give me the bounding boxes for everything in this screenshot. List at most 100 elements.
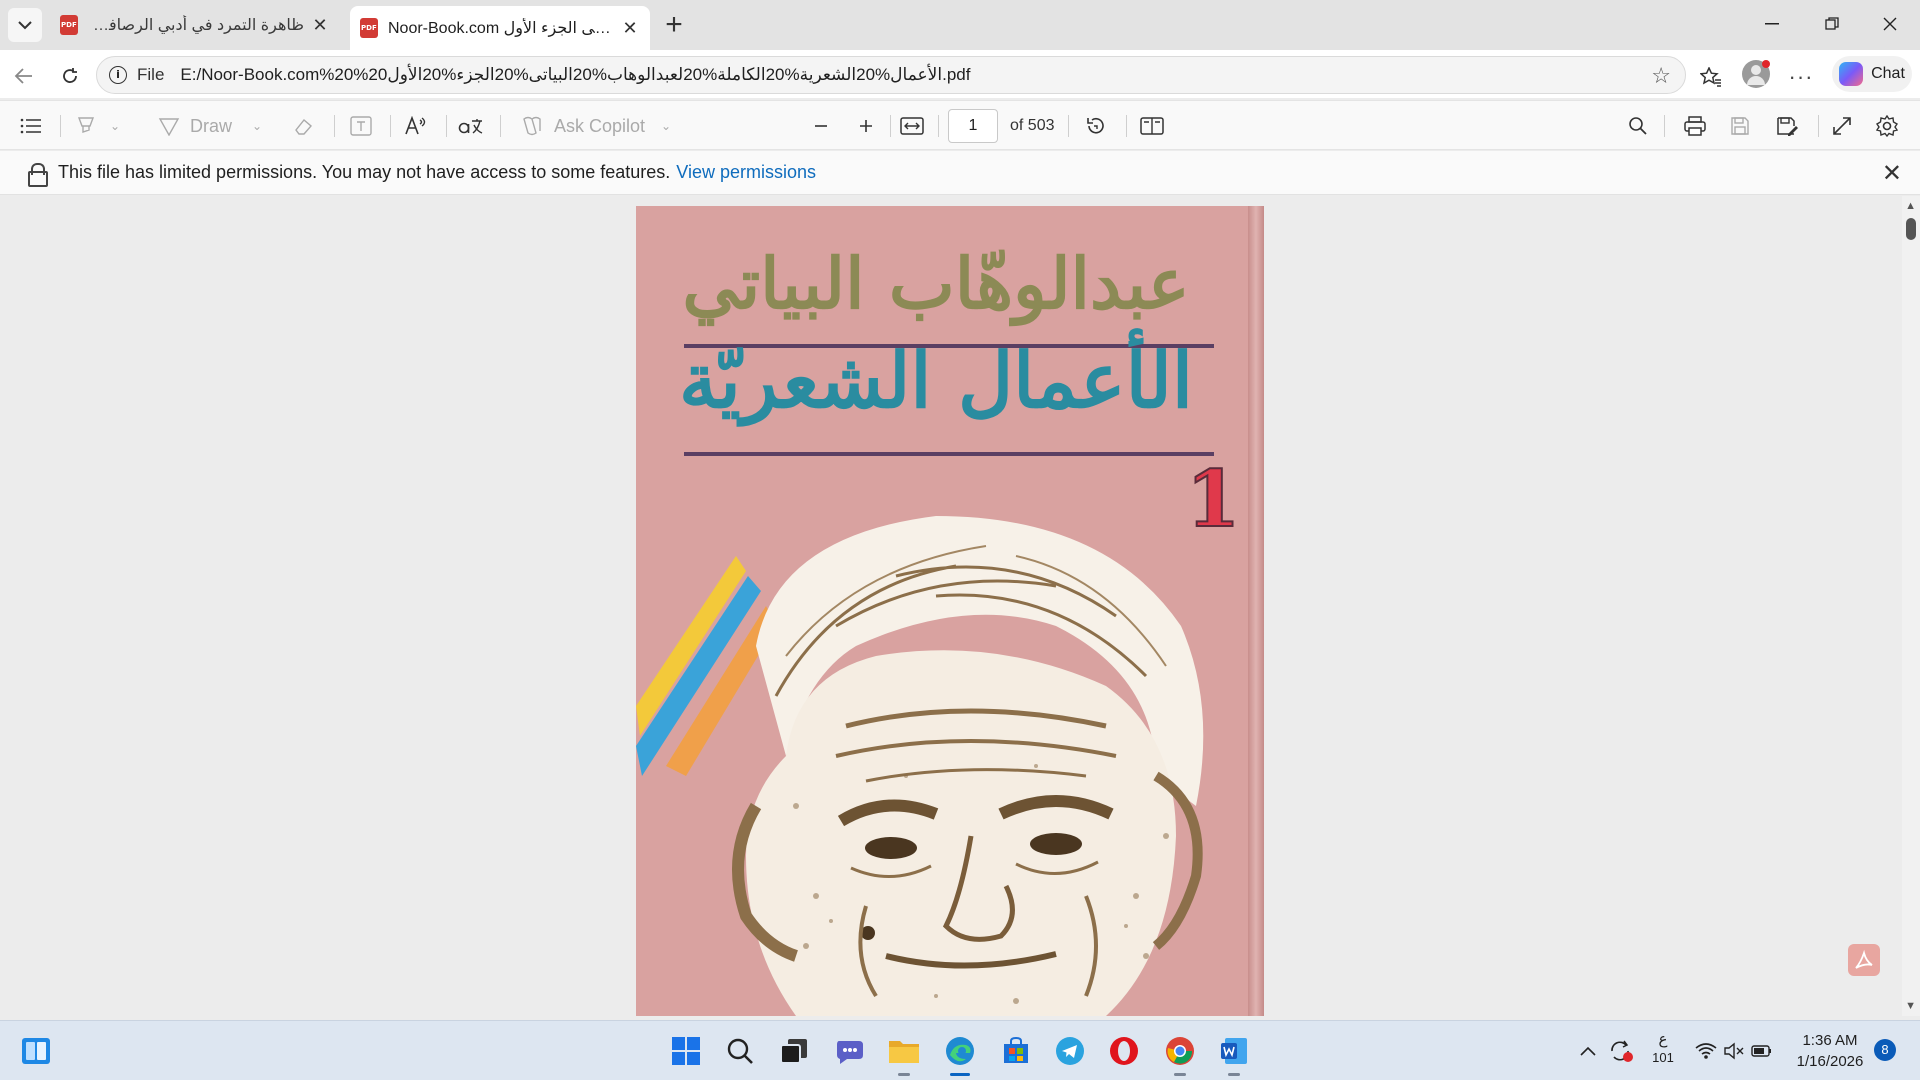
- chat-icon: [837, 1041, 863, 1064]
- favorite-star-icon[interactable]: ☆: [1651, 63, 1671, 89]
- draw-icon: [158, 118, 180, 136]
- lock-icon: [28, 162, 48, 187]
- banner-message: This file has limited permissions. You m…: [58, 162, 671, 182]
- chevron-down-icon: ⌄: [252, 119, 263, 133]
- widgets-icon: [22, 1038, 50, 1064]
- save-button[interactable]: [1730, 110, 1750, 142]
- refresh-button[interactable]: [54, 60, 86, 92]
- back-arrow-icon: [14, 68, 32, 84]
- wifi-icon: [1695, 1043, 1717, 1059]
- highlight-button[interactable]: ⌄: [76, 110, 120, 142]
- back-button[interactable]: [8, 60, 40, 92]
- chevron-up-icon: [1580, 1046, 1596, 1056]
- keyboard-layout-label: ع: [1658, 1031, 1668, 1048]
- contents-button[interactable]: [20, 110, 42, 142]
- ask-copilot-button[interactable]: Ask Copilot ⌄: [520, 110, 671, 142]
- rotate-icon: [1087, 117, 1104, 134]
- store-button[interactable]: [996, 1031, 1036, 1071]
- more-options-button[interactable]: ···: [1786, 62, 1816, 92]
- erase-button[interactable]: [292, 110, 314, 142]
- running-indicator: [1174, 1073, 1186, 1076]
- translate-icon: [458, 119, 483, 134]
- site-info-icon[interactable]: i: [109, 66, 127, 84]
- zoom-in-button[interactable]: [857, 110, 875, 142]
- url-text: E:/Noor-Book.com%20%20الأعمال%20الشعرية%…: [180, 65, 971, 84]
- word-button[interactable]: [1214, 1031, 1254, 1071]
- network-volume-battery-button[interactable]: [1694, 1031, 1774, 1071]
- close-banner-icon[interactable]: ✕: [1882, 159, 1902, 188]
- zoom-out-button[interactable]: [812, 110, 830, 142]
- minimize-icon: [1765, 23, 1779, 25]
- keyboard-layout-indicator[interactable]: ع 101: [1648, 1031, 1678, 1067]
- vertical-scrollbar[interactable]: ▲ ▼: [1902, 196, 1920, 1016]
- highlighter-icon: [77, 117, 95, 133]
- expand-icon: [1833, 117, 1851, 135]
- acrobat-icon[interactable]: [1848, 944, 1880, 976]
- tab-title: ظاهرة التمرد في أدبي الرصافي والزهاوي: [88, 17, 304, 34]
- copilot-outline-icon: [523, 116, 541, 136]
- task-view-button[interactable]: [774, 1031, 814, 1071]
- pdf-toolbar: ⌄ Draw ⌄ Ask Copilot ⌄ 1 of 503: [0, 100, 1920, 150]
- eraser-icon: [295, 118, 312, 135]
- scroll-down-icon[interactable]: ▼: [1905, 1000, 1916, 1012]
- save-as-button[interactable]: [1776, 110, 1798, 142]
- page-number-input[interactable]: 1: [948, 109, 998, 143]
- start-button[interactable]: [666, 1031, 706, 1071]
- acrobat-logo-icon: [1855, 949, 1873, 969]
- read-aloud-button[interactable]: [404, 110, 428, 142]
- widgets-button[interactable]: [16, 1031, 56, 1071]
- telegram-icon: [1056, 1037, 1084, 1065]
- teams-chat-button[interactable]: [830, 1031, 870, 1071]
- restore-icon: [1825, 17, 1839, 30]
- find-button[interactable]: [1628, 110, 1648, 142]
- close-window-button[interactable]: [1870, 8, 1910, 40]
- draw-button[interactable]: Draw ⌄: [158, 110, 262, 142]
- cover-rule: [684, 452, 1214, 456]
- chrome-button[interactable]: [1160, 1031, 1200, 1071]
- scroll-up-icon[interactable]: ▲: [1905, 200, 1916, 212]
- opera-button[interactable]: [1104, 1031, 1144, 1071]
- volume-muted-icon: [1724, 1042, 1744, 1060]
- show-hidden-icons-button[interactable]: [1572, 1031, 1604, 1071]
- cover-spine: [1248, 206, 1264, 1016]
- rotate-button[interactable]: [1084, 110, 1106, 142]
- permissions-banner: This file has limited permissions. You m…: [0, 151, 1920, 195]
- battery-icon: [1751, 1045, 1771, 1057]
- fit-width-button[interactable]: [900, 110, 924, 142]
- gear-icon: [1876, 115, 1898, 137]
- copilot-chat-button[interactable]: Chat: [1832, 56, 1912, 92]
- tab-active[interactable]: Noor-Book.com البياتى الجزء الأول ✕: [350, 6, 650, 50]
- view-permissions-link[interactable]: View permissions: [676, 162, 816, 183]
- close-icon: [1883, 17, 1897, 31]
- scroll-thumb[interactable]: [1906, 218, 1916, 240]
- new-tab-button[interactable]: +: [658, 10, 690, 42]
- fullscreen-button[interactable]: [1832, 110, 1852, 142]
- active-indicator: [950, 1073, 970, 1076]
- pdf-icon: [360, 18, 378, 38]
- minimize-button[interactable]: [1752, 8, 1792, 40]
- tab-title: Noor-Book.com البياتى الجزء الأول: [388, 20, 614, 37]
- edge-button[interactable]: [940, 1031, 980, 1071]
- add-text-button[interactable]: [350, 110, 372, 142]
- pdf-viewer[interactable]: عبدالوهّاب البياتي الأعمال الشعريّة 1 ▲ …: [0, 196, 1920, 1016]
- favorites-button[interactable]: [1696, 62, 1726, 92]
- clock[interactable]: 1:36 AM 1/16/2026: [1790, 1030, 1870, 1072]
- close-tab-icon[interactable]: ✕: [620, 18, 640, 38]
- ask-copilot-label: Ask Copilot: [554, 115, 646, 136]
- telegram-button[interactable]: [1050, 1031, 1090, 1071]
- address-input[interactable]: i File E:/Noor-Book.com%20%20الأعمال%20ا…: [96, 56, 1686, 94]
- taskbar-search-button[interactable]: [720, 1031, 760, 1071]
- notification-count-badge[interactable]: 8: [1874, 1039, 1896, 1061]
- print-button[interactable]: [1684, 110, 1706, 142]
- file-explorer-button[interactable]: [884, 1031, 924, 1071]
- tab-inactive[interactable]: ظاهرة التمرد في أدبي الرصافي والزهاوي ✕: [50, 6, 340, 44]
- translate-button[interactable]: [458, 110, 484, 142]
- page-view-button[interactable]: [1140, 110, 1164, 142]
- settings-button[interactable]: [1876, 110, 1898, 142]
- sync-status-button[interactable]: [1604, 1031, 1638, 1071]
- url-scheme: File: [137, 65, 165, 84]
- restore-button[interactable]: [1812, 8, 1852, 40]
- tab-list-button[interactable]: [8, 8, 42, 42]
- close-tab-icon[interactable]: ✕: [310, 15, 330, 35]
- store-icon: [1004, 1036, 1028, 1063]
